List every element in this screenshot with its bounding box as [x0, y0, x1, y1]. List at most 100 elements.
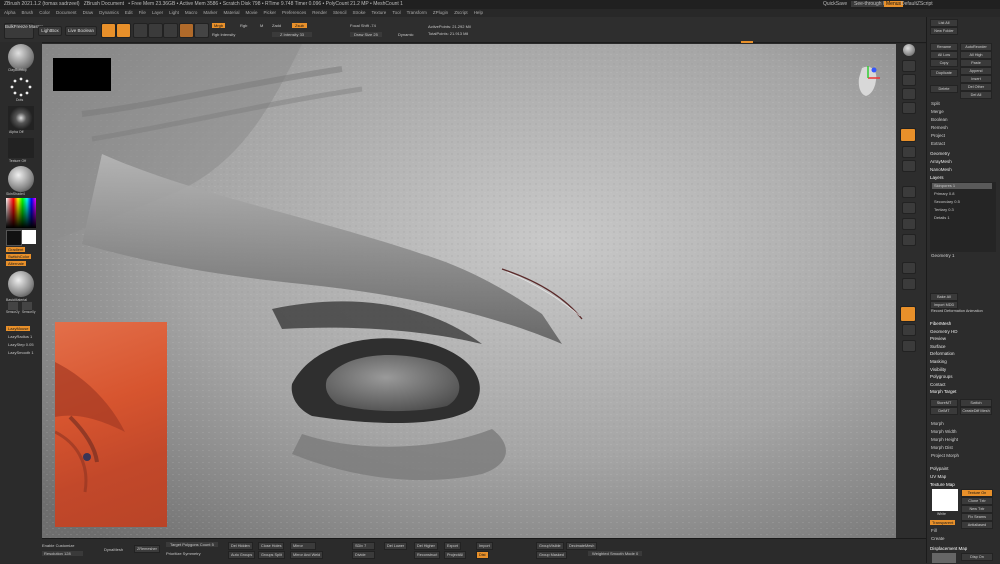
texture-map-section[interactable]: Texture Map	[930, 482, 955, 487]
stroke-dots-icon[interactable]	[8, 76, 34, 98]
mirror-button[interactable]: Mirror	[290, 542, 316, 550]
group-visible-button[interactable]: GroupVisible	[536, 542, 564, 550]
edit-mode-button[interactable]	[101, 23, 116, 38]
alternate-toggle[interactable]: Alternate	[6, 261, 27, 266]
export-button[interactable]: Export	[444, 542, 461, 550]
create-diff-mesh-button[interactable]: CreateDiff Mesh	[960, 407, 992, 415]
texture-on-button[interactable]: Texture On	[961, 489, 993, 497]
ghost-icon[interactable]	[902, 234, 916, 246]
quicksave-button[interactable]: QuickSave	[823, 1, 847, 7]
menu-item[interactable]: Light	[169, 10, 179, 15]
lazystep-slider[interactable]: LazyStep 0.05	[8, 342, 34, 347]
layers-section[interactable]: Layers	[930, 175, 944, 180]
boolean-section[interactable]: Boolean	[931, 117, 948, 122]
menu-item[interactable]: Stencil	[333, 10, 347, 15]
texture-thumbnail[interactable]	[932, 489, 958, 511]
section-header[interactable]: Masking	[930, 359, 947, 364]
transparent-toggle[interactable]: Transparent	[930, 520, 956, 525]
mrgb-toggle[interactable]: Mrgb	[212, 23, 226, 28]
remesh-section[interactable]: Remesh	[931, 125, 948, 130]
zoom-icon[interactable]	[902, 74, 916, 86]
autoreorder-button[interactable]: AutoReorder	[960, 43, 992, 51]
displacement-map-section[interactable]: Displacement Map	[930, 546, 967, 551]
draw-size-slider[interactable]: Draw Size 25	[350, 32, 382, 37]
section-header[interactable]: FiberMesh	[930, 321, 951, 326]
resolution-slider[interactable]: Resolution 128	[42, 551, 83, 556]
polypaint-section[interactable]: Polypaint	[930, 466, 949, 471]
polyframe-icon[interactable]	[902, 202, 916, 214]
del-mt-button[interactable]: DelMT	[930, 407, 958, 415]
rotate-icon[interactable]	[902, 186, 916, 198]
menu-item[interactable]: Zscript	[454, 10, 468, 15]
sphere-preview-icon[interactable]	[194, 23, 209, 38]
del-other-button[interactable]: Del Other	[960, 83, 992, 91]
alpha-preview-icon[interactable]	[8, 106, 34, 130]
solo-icon[interactable]	[902, 262, 916, 274]
groups-split-button[interactable]: Groups Split	[258, 551, 285, 559]
menu-item[interactable]: Material	[223, 10, 239, 15]
import-mdd-button[interactable]: Import MDD	[930, 301, 958, 309]
dynamic-persp-icon[interactable]	[900, 306, 916, 322]
menu-item[interactable]: Alpha	[4, 10, 16, 15]
secondary-color-swatch[interactable]	[22, 230, 36, 244]
close-holes-button[interactable]: Close Holes	[258, 542, 285, 550]
menu-item[interactable]: File	[139, 10, 146, 15]
geometry-section[interactable]: Geometry	[930, 151, 950, 156]
displacement-thumbnail[interactable]	[932, 553, 956, 563]
new-txtr-button[interactable]: New Txtr	[961, 505, 993, 513]
divide-button[interactable]: Divide	[352, 551, 375, 559]
uv-map-section[interactable]: UV Map	[930, 474, 946, 479]
enable-customize-button[interactable]: Enable Customize	[42, 543, 74, 548]
store-mt-button[interactable]: StoreMT	[930, 399, 958, 407]
fill-button[interactable]: Fill	[931, 528, 937, 533]
focal-shift-slider[interactable]: Focal Shift -74	[350, 23, 376, 28]
target-poly-slider[interactable]: Target Polygons Count 5	[166, 542, 218, 547]
section-header[interactable]: Geometry HD	[930, 329, 958, 334]
morph-width-slider[interactable]: Morph Width	[931, 429, 957, 434]
fix-seams-button[interactable]: Fix Seams	[961, 513, 993, 521]
clone-txtr-button[interactable]: Clone Txtr	[961, 497, 993, 505]
insert-button[interactable]: Insert	[960, 75, 992, 83]
dist-slider[interactable]: Dist	[476, 551, 489, 559]
texture-preview-icon[interactable]	[8, 138, 34, 158]
scale-mode-button[interactable]	[148, 23, 163, 38]
layer-row[interactable]: Tertiary 0.3	[932, 207, 992, 213]
dynamic-toggle[interactable]: Dynamic	[398, 32, 414, 37]
move-mode-button[interactable]	[133, 23, 148, 38]
bake-all-button[interactable]: Bake All	[930, 293, 958, 301]
prioritize-symmetry-button[interactable]: Prioritize Symmetry	[166, 551, 201, 556]
live-boolean-button[interactable]: Live Boolean	[65, 26, 97, 36]
paste-button[interactable]: Paste	[960, 59, 992, 67]
copy-button[interactable]: Copy	[930, 59, 958, 67]
menu-item[interactable]: Macro	[185, 10, 198, 15]
merge-section[interactable]: Merge	[931, 109, 944, 114]
del-higher-button[interactable]: Del Higher	[414, 542, 438, 550]
morph-height-slider[interactable]: Morph Height	[931, 437, 958, 442]
material-preview-icon[interactable]	[8, 166, 34, 192]
del-hidden-button[interactable]: Del Hidden	[228, 542, 253, 550]
menu-item[interactable]: Edit	[125, 10, 133, 15]
menu-item[interactable]: Document	[56, 10, 77, 15]
primary-color-swatch[interactable]	[6, 230, 22, 246]
project-morph-button[interactable]: Project Morph	[931, 453, 959, 458]
all-high-button[interactable]: All High	[960, 51, 992, 59]
reconstruct-button[interactable]: Reconstruct	[414, 551, 441, 559]
lazymouse-toggle[interactable]: LazyMouse	[6, 326, 31, 331]
dynamesh-button[interactable]: DynaMesh	[104, 547, 123, 552]
menu-item[interactable]: Tool	[392, 10, 400, 15]
rgb-toggle[interactable]: Rgb	[240, 23, 247, 28]
navigation-head-icon[interactable]	[854, 64, 882, 98]
del-all-button[interactable]: Del All	[960, 91, 992, 99]
sdiv-slider[interactable]: SDiv 7	[352, 542, 376, 550]
zsub-toggle[interactable]: Zsub	[292, 23, 307, 28]
rotate-mode-button[interactable]	[163, 23, 178, 38]
color-picker-icon[interactable]	[6, 198, 36, 228]
switch-color-button[interactable]: SwitchColor	[6, 254, 32, 259]
menu-item[interactable]: Color	[39, 10, 50, 15]
local-icon[interactable]	[902, 340, 916, 352]
xpose-icon[interactable]	[902, 278, 916, 290]
project-all-button[interactable]: ProjectAll	[444, 551, 467, 559]
section-header[interactable]: Surface	[930, 344, 946, 349]
import-button[interactable]: Import	[476, 542, 493, 550]
new-folder-button[interactable]: New Folder	[930, 27, 958, 35]
